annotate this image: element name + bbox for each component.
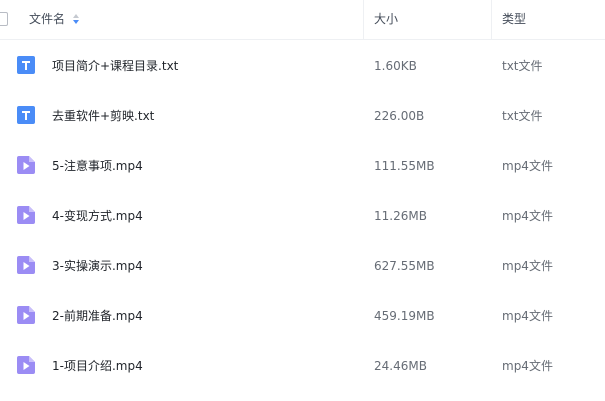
file-size: 24.46MB (374, 359, 427, 373)
file-type: mp4文件 (502, 259, 553, 273)
file-size: 627.55MB (374, 259, 435, 273)
file-size: 111.55MB (374, 159, 435, 173)
file-type: mp4文件 (502, 359, 553, 373)
video-file-icon (17, 206, 35, 224)
file-name-link[interactable]: 4-变现方式.mp4 (52, 208, 143, 224)
column-divider[interactable] (363, 0, 364, 39)
table-row[interactable]: 1-项目介绍.mp4 24.46MB mp4文件 (0, 341, 605, 391)
file-size: 1.60KB (374, 59, 417, 73)
file-type: mp4文件 (502, 309, 553, 323)
select-all-checkbox[interactable] (0, 12, 8, 26)
table-header: 文件名 大小 类型 (0, 0, 605, 40)
file-type: mp4文件 (502, 209, 553, 223)
video-file-icon (17, 156, 35, 174)
file-type: txt文件 (502, 59, 543, 73)
column-header-type[interactable]: 类型 (502, 11, 526, 27)
table-row[interactable]: 2-前期准备.mp4 459.19MB mp4文件 (0, 291, 605, 341)
table-row[interactable]: 3-实操演示.mp4 627.55MB mp4文件 (0, 241, 605, 291)
table-row[interactable]: 4-变现方式.mp4 11.26MB mp4文件 (0, 191, 605, 241)
file-name-link[interactable]: 3-实操演示.mp4 (52, 258, 143, 274)
file-type: txt文件 (502, 109, 543, 123)
txt-file-icon (17, 56, 35, 74)
txt-file-icon (17, 106, 35, 124)
video-file-icon (17, 256, 35, 274)
file-type: mp4文件 (502, 159, 553, 173)
file-size: 226.00B (374, 109, 425, 123)
file-name-link[interactable]: 2-前期准备.mp4 (52, 308, 143, 324)
sort-icon[interactable] (72, 13, 80, 25)
video-file-icon (17, 306, 35, 324)
table-row[interactable]: 去重软件+剪映.txt 226.00B txt文件 (0, 91, 605, 141)
file-name-link[interactable]: 去重软件+剪映.txt (52, 108, 154, 124)
column-header-size[interactable]: 大小 (374, 11, 398, 27)
file-size: 459.19MB (374, 309, 435, 323)
file-name-link[interactable]: 1-项目介绍.mp4 (52, 358, 143, 374)
video-file-icon (17, 356, 35, 374)
file-name-link[interactable]: 项目简介+课程目录.txt (52, 58, 178, 74)
table-row[interactable]: 5-注意事项.mp4 111.55MB mp4文件 (0, 141, 605, 191)
file-name-link[interactable]: 5-注意事项.mp4 (52, 158, 143, 174)
table-row[interactable]: 项目简介+课程目录.txt 1.60KB txt文件 (0, 41, 605, 91)
file-list-table: 文件名 大小 类型 项目简介+课程目录.txt 1.60KB txt文件 去重软件+剪… (0, 0, 605, 401)
file-size: 11.26MB (374, 209, 427, 223)
column-header-name[interactable]: 文件名 (29, 11, 65, 27)
column-divider[interactable] (491, 0, 492, 39)
